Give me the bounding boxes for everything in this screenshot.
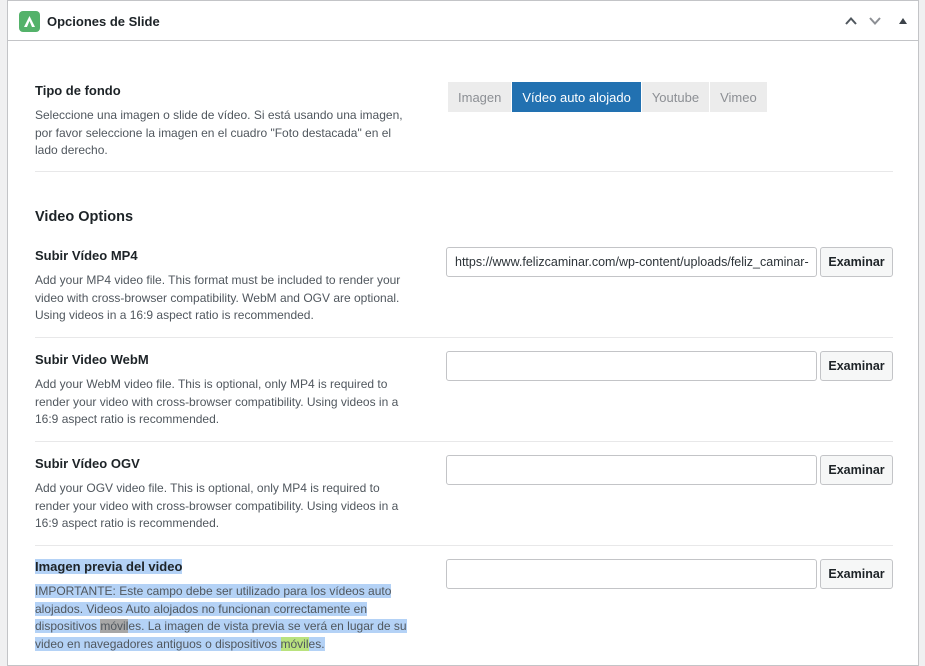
background-type-title: Tipo de fondo — [35, 83, 121, 98]
mp4-browse-button[interactable]: Examinar — [820, 247, 893, 277]
preview-browse-button[interactable]: Examinar — [820, 559, 893, 589]
option-image-button[interactable]: Imagen — [448, 82, 512, 112]
background-type-selector: Imagen Vídeo auto alojado Youtube Vimeo — [448, 82, 767, 112]
desc-line: alojados. Videos Auto alojados no funcio… — [35, 601, 368, 616]
webm-browse-button[interactable]: Examinar — [820, 351, 893, 381]
panel-title: Opciones de Slide — [47, 14, 160, 29]
option-vimeo-button[interactable]: Vimeo — [710, 82, 767, 112]
desc-line: 16:9 aspect ratio is recommended. — [35, 412, 220, 426]
highlighted-word: móvil — [280, 636, 309, 651]
divider — [35, 337, 893, 338]
desc-line-part: dispositivos — [35, 619, 101, 633]
desc-line: video with cross-browser compatibility. … — [35, 290, 400, 305]
mp4-url-input[interactable]: https://www.felizcaminar.com/wp-content/… — [446, 247, 817, 277]
desc-line: render your video with cross-browser com… — [35, 498, 399, 513]
chevron-down-icon[interactable] — [864, 10, 886, 32]
slide-options-panel: Opciones de Slide Tipo de fondo Seleccio… — [7, 0, 919, 666]
divider — [35, 545, 893, 546]
preview-image-input[interactable] — [446, 559, 817, 589]
panel-header: Opciones de Slide — [8, 1, 918, 41]
background-type-desc: Seleccione una imagen o slide de vídeo. … — [35, 107, 420, 160]
webm-desc: Add your WebM video file. This is option… — [35, 376, 420, 429]
desc-line: lado derecho. — [35, 143, 108, 157]
desc-line: Using videos in a 16:9 aspect ratio is r… — [35, 308, 314, 322]
desc-line: IMPORTANTE: Este campo debe ser utilizad… — [35, 584, 392, 598]
desc-line-part: es. — [308, 636, 325, 651]
chevron-up-icon[interactable] — [840, 10, 862, 32]
triangle-up-icon[interactable] — [892, 10, 914, 32]
desc-line: por favor seleccione la imagen en el cua… — [35, 125, 392, 140]
mp4-desc: Add your MP4 video file. This format mus… — [35, 272, 420, 325]
ogv-desc: Add your OGV video file. This is optiona… — [35, 480, 420, 533]
desc-line: Add your MP4 video file. This format mus… — [35, 273, 401, 287]
divider — [35, 171, 893, 172]
video-options-title: Video Options — [35, 209, 134, 225]
preview-title: Imagen previa del video — [35, 559, 183, 574]
desc-line: Add your WebM video file. This is option… — [35, 377, 388, 391]
mp4-title: Subir Vídeo MP4 — [35, 248, 138, 263]
ogv-browse-button[interactable]: Examinar — [820, 455, 893, 485]
option-self-hosted-video-button[interactable]: Vídeo auto alojado — [512, 82, 641, 112]
desc-line: render your video with cross-browser com… — [35, 394, 399, 409]
logo-icon — [19, 11, 40, 32]
preview-desc: IMPORTANTE: Este campo debe ser utilizad… — [35, 583, 435, 653]
preview-title-text: Imagen previa del video — [35, 559, 183, 574]
webm-title: Subir Video WebM — [35, 352, 149, 367]
divider — [35, 441, 893, 442]
webm-url-input[interactable] — [446, 351, 817, 381]
highlighted-word: móvil — [100, 619, 129, 633]
ogv-url-input[interactable] — [446, 455, 817, 485]
option-youtube-button[interactable]: Youtube — [641, 82, 710, 112]
desc-line: Add your OGV video file. This is optiona… — [35, 481, 380, 495]
desc-line-part: video en navegadores antiguos o disposit… — [35, 636, 281, 651]
desc-line: Seleccione una imagen o slide de vídeo. … — [35, 108, 403, 122]
desc-line: 16:9 aspect ratio is recommended. — [35, 516, 220, 530]
ogv-title: Subir Vídeo OGV — [35, 456, 140, 471]
desc-line-part: es. La imagen de vista previa se verá en… — [128, 619, 407, 633]
